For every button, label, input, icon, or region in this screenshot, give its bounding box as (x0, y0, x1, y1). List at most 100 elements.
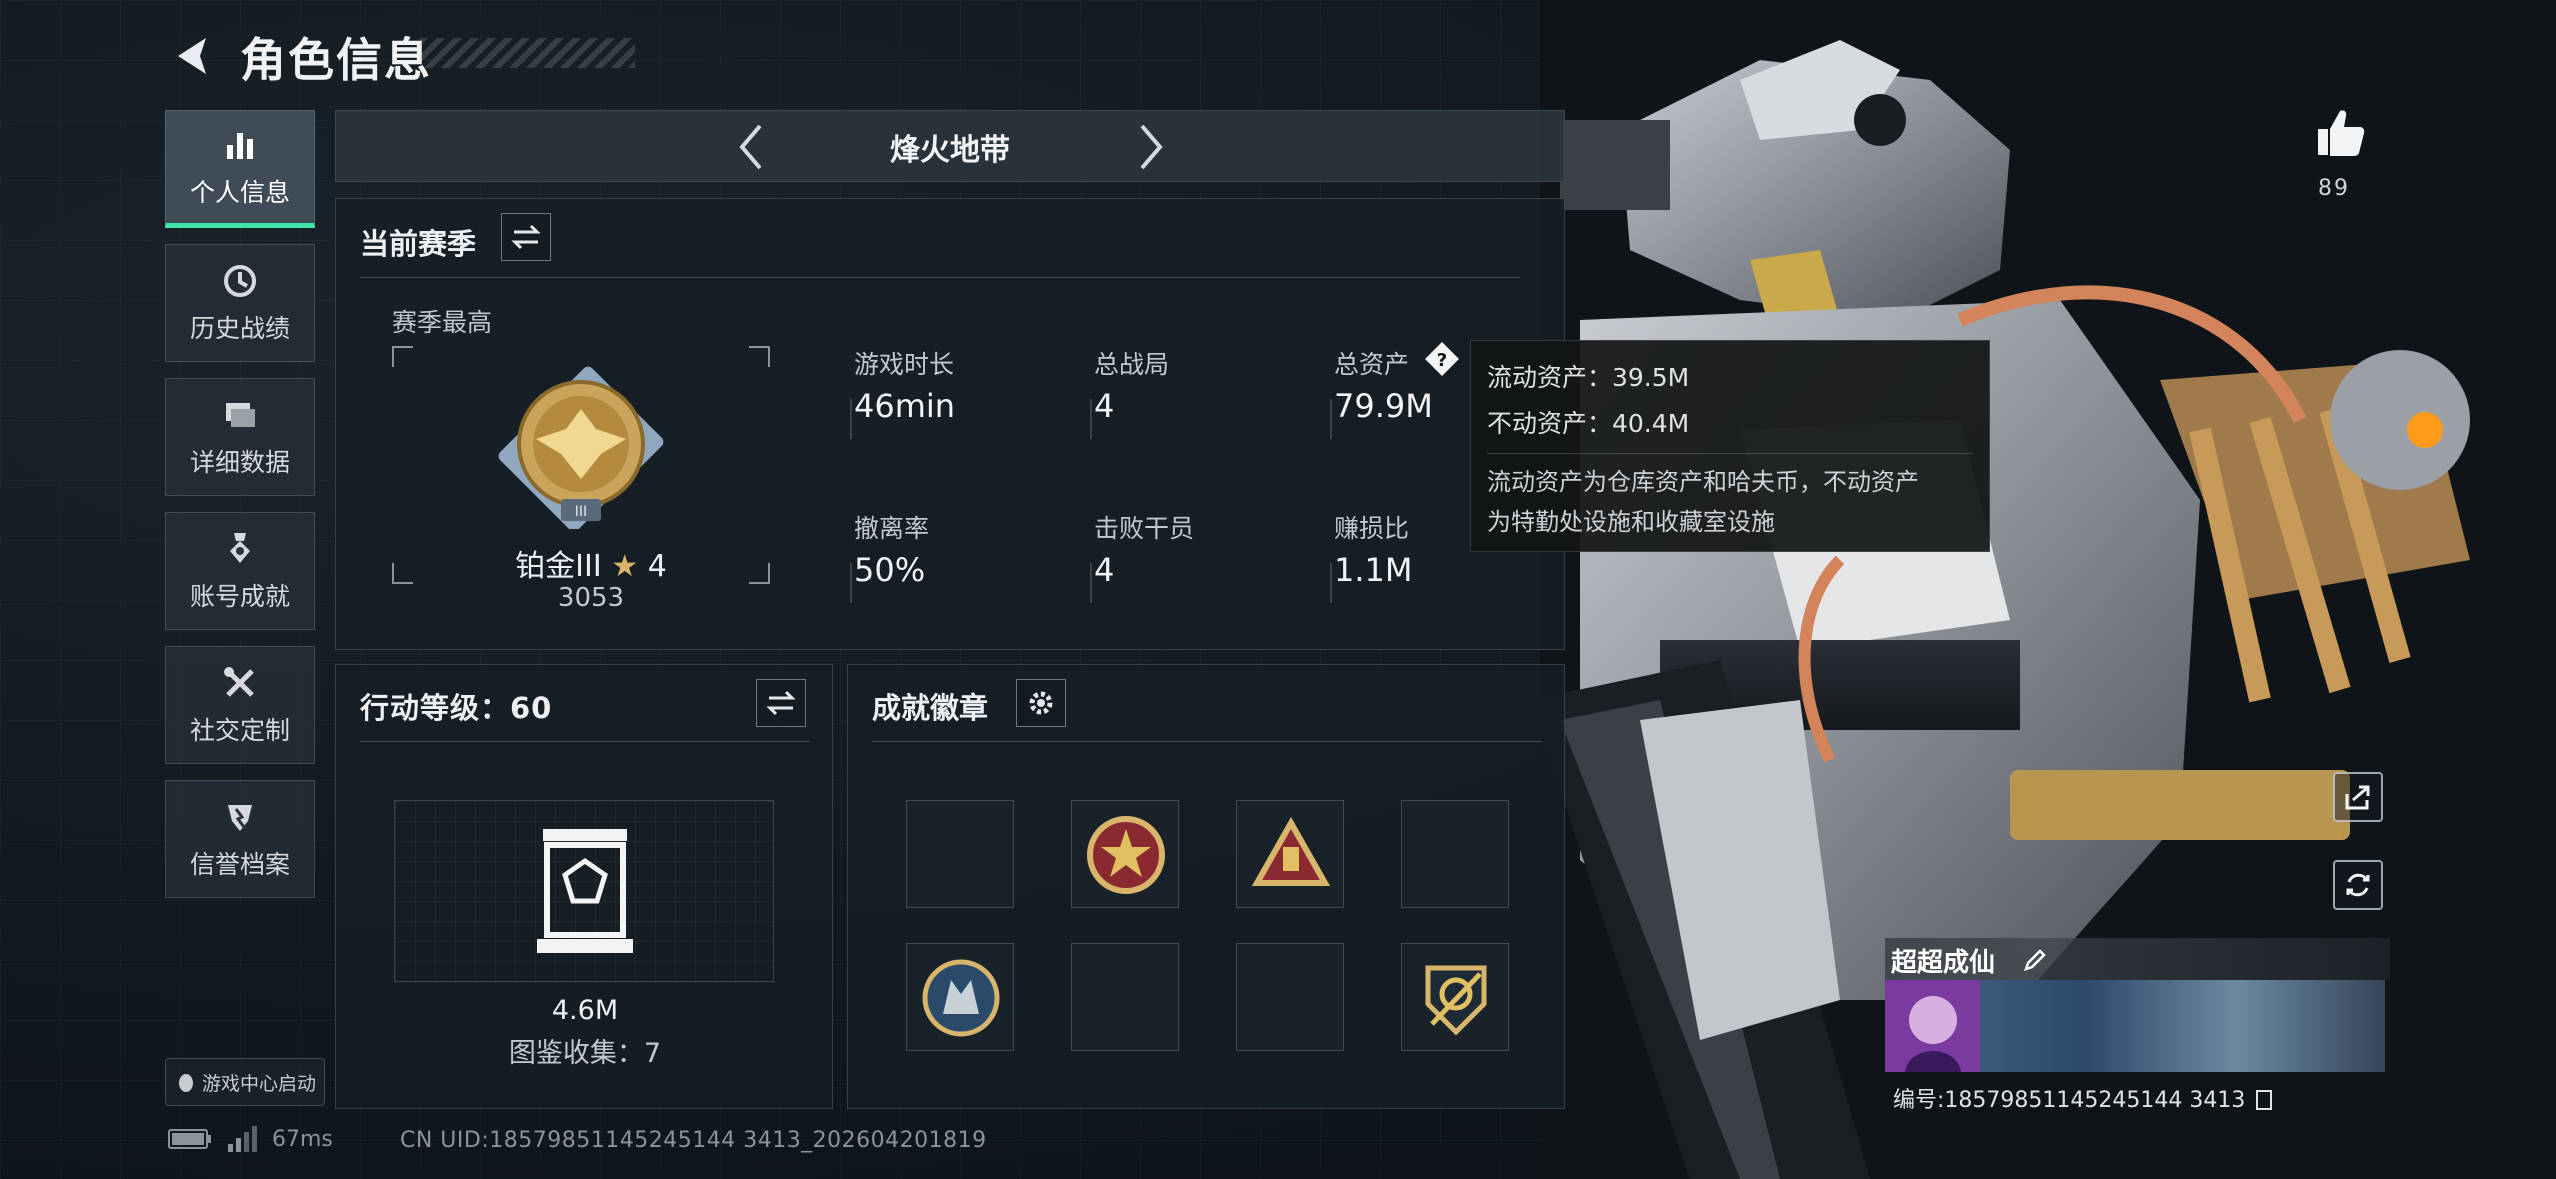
player-id-text: 编号:18579851145245144 3413 (1893, 1088, 2246, 1113)
battery-icon (168, 1129, 211, 1149)
tooltip-desc-line2: 为特勤处设施和收藏室设施 (1487, 508, 1775, 536)
svg-text:III: III (575, 504, 587, 520)
divider (1090, 563, 1092, 603)
question-icon: ? (1425, 342, 1459, 376)
sidebar-item-history[interactable]: 历史战绩 (165, 244, 315, 362)
page-title: 角色信息 (240, 33, 432, 87)
achievement-badges-panel: 成就徽章 (847, 664, 1565, 1109)
like-count: 89 (2318, 176, 2350, 201)
rank-emblem-icon: III (498, 366, 664, 529)
season-switch-button[interactable] (501, 213, 551, 261)
fixed-assets: 不动资产：40.4M (1487, 409, 1690, 438)
season-best-label: 赛季最高 (392, 308, 493, 337)
screen: 角色信息 个人信息 历史战绩 详细数据 账号成就 社交定制 信誉档案 游戏中心启… (0, 0, 2556, 1179)
medal-icon (230, 533, 250, 563)
copy-icon[interactable] (2256, 1090, 2273, 1110)
wolf-badge-icon (922, 959, 1000, 1037)
penguin-icon (179, 1074, 193, 1092)
help-button[interactable]: ? (1422, 339, 1462, 379)
assets-tooltip: 流动资产：39.5M 不动资产：40.4M 流动资产为仓库资产和哈夫币，不动资产… (1470, 340, 1990, 552)
badge-slot[interactable] (906, 943, 1014, 1051)
stat-value: 4 (1094, 551, 1115, 589)
badge-settings-button[interactable] (1016, 679, 1066, 727)
stat-value: 50% (854, 551, 926, 589)
rank-name: 铂金III (515, 549, 602, 584)
rank-stars: 4 (647, 549, 667, 584)
sidebar-item-label: 个人信息 (189, 178, 290, 207)
next-mode-button[interactable] (1126, 119, 1176, 175)
divider (360, 741, 810, 742)
edit-pencil-icon[interactable] (2022, 947, 2048, 973)
refresh-icon (2346, 873, 2370, 897)
svg-text:?: ? (1437, 350, 1447, 371)
share-button[interactable] (2333, 772, 2383, 822)
like-button[interactable] (2310, 105, 2370, 165)
stat-value: 46min (854, 387, 956, 425)
thumbs-up-icon (2318, 110, 2365, 156)
badge-slot[interactable] (1401, 943, 1509, 1051)
share-icon (2345, 785, 2370, 810)
star-icon: ★ (611, 549, 639, 584)
star-badge-icon (1087, 816, 1165, 894)
sidebar-item-personal-info[interactable]: 个人信息 (165, 110, 315, 228)
mode-selector: 烽火地带 (335, 110, 1565, 182)
collection-case-icon (537, 829, 633, 953)
shield-badge-icon (228, 805, 252, 831)
collection-value: 4.6M (551, 995, 619, 1026)
sidebar-item-label: 详细数据 (189, 448, 290, 477)
back-button[interactable] (164, 26, 224, 86)
stat-label: 总战局 (1094, 350, 1170, 379)
game-center-launch-button[interactable]: 游戏中心启动 (165, 1058, 325, 1106)
badge-slot[interactable] (1236, 800, 1344, 908)
stat-value: 1.1M (1334, 551, 1413, 589)
badge-slot-empty[interactable] (906, 800, 1014, 908)
sidebar-item-label: 账号成就 (189, 582, 290, 611)
mode-name: 烽火地带 (890, 133, 1010, 168)
player-card-banner[interactable] (1885, 980, 2385, 1072)
folder-stack-icon (226, 403, 255, 427)
divider (850, 563, 852, 603)
panel-title: 当前赛季 (360, 227, 477, 261)
refresh-button[interactable] (2333, 860, 2383, 910)
action-switch-button[interactable] (756, 679, 806, 727)
uid-text: CN UID:18579851145245144 3413_2026042018… (400, 1128, 987, 1153)
panel-title: 行动等级：60 (360, 691, 553, 725)
divider (850, 399, 852, 439)
collection-count: 图鉴收集：7 (508, 1038, 662, 1069)
stat-value: 4 (1094, 387, 1115, 425)
sidebar-item-credit[interactable]: 信誉档案 (165, 780, 315, 898)
badge-slot-empty[interactable] (1401, 800, 1509, 908)
clock-history-icon (224, 265, 256, 297)
stat-label: 撤离率 (854, 514, 930, 543)
badge-slot-empty[interactable] (1071, 943, 1179, 1051)
game-center-label: 游戏中心启动 (202, 1072, 317, 1095)
stat-label: 击败干员 (1094, 514, 1195, 543)
sidebar-item-achievements[interactable]: 账号成就 (165, 512, 315, 630)
current-season-panel: 当前赛季 赛季最高 III 铂金III ★ 4 3053 游戏时长 46min (335, 198, 1565, 650)
gear-icon (1029, 691, 1053, 715)
stat-value: 79.9M (1334, 387, 1433, 425)
divider (872, 741, 1542, 742)
player-name: 超超成仙 (1891, 948, 1996, 978)
collection-display[interactable] (394, 800, 774, 982)
rank-score: 3053 (557, 583, 625, 613)
divider (1330, 399, 1332, 439)
sidebar-item-label: 历史战绩 (189, 314, 290, 343)
triangle-badge-icon (1251, 816, 1331, 886)
tools-icon (224, 667, 254, 697)
sidebar-item-details[interactable]: 详细数据 (165, 378, 315, 496)
liquid-assets: 流动资产：39.5M (1487, 363, 1690, 392)
badge-slot[interactable] (1071, 800, 1179, 908)
avatar (1885, 980, 1980, 1072)
swap-icon (766, 690, 796, 716)
player-id: 编号:18579851145245144 3413 (1893, 1082, 2273, 1114)
shield-gear-badge-icon (1425, 965, 1487, 1036)
badge-slot-empty[interactable] (1236, 943, 1344, 1051)
ping-text: 67ms (272, 1126, 333, 1152)
sidebar-item-social[interactable]: 社交定制 (165, 646, 315, 764)
divider (1487, 453, 1973, 454)
tooltip-desc-line1: 流动资产为仓库资产和哈夫币，不动资产 (1487, 468, 1919, 496)
panel-title: 成就徽章 (872, 691, 989, 725)
bar-chart-icon (227, 133, 253, 159)
title-decoration (420, 38, 635, 68)
